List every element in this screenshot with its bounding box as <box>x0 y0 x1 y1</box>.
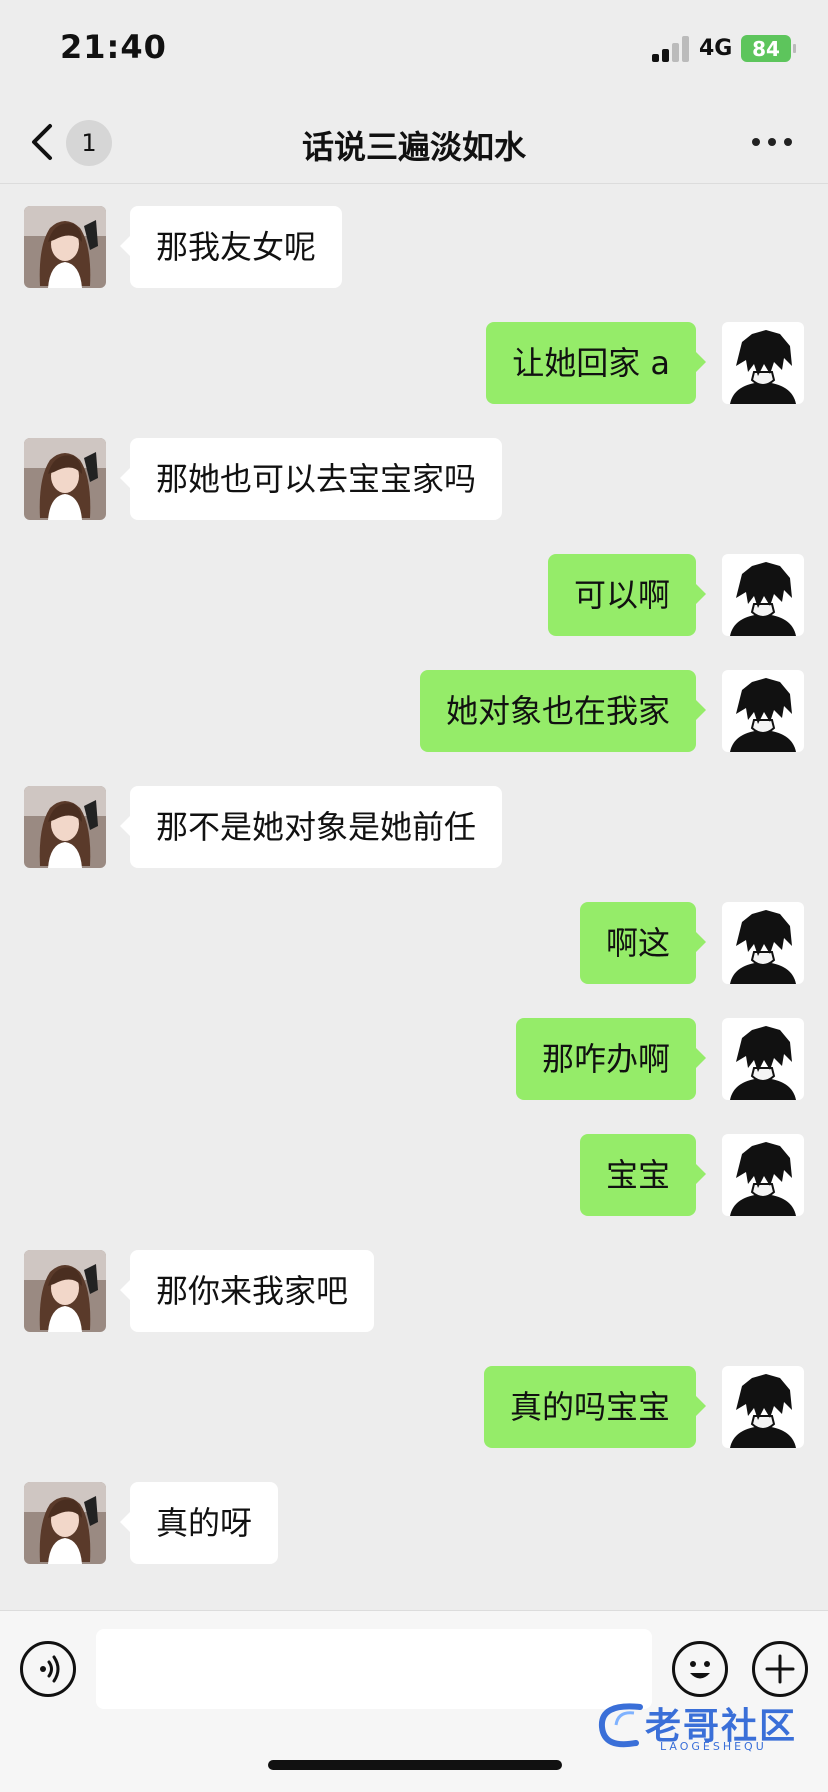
sent-message: 那咋办啊 <box>0 1018 828 1102</box>
chat-header: 1 话说三遍淡如水 <box>0 100 828 184</box>
message-bubble[interactable]: 那你来我家吧 <box>119 1250 375 1332</box>
status-bar: 21:40 4G 84 <box>0 0 828 100</box>
my-avatar[interactable] <box>722 902 804 984</box>
message-bubble[interactable]: 那我友女呢 <box>119 206 343 288</box>
home-indicator[interactable] <box>268 1760 562 1770</box>
my-avatar[interactable] <box>722 322 804 404</box>
sent-message: 她对象也在我家 <box>0 670 828 754</box>
message-bubble[interactable]: 那她也可以去宝宝家吗 <box>119 438 503 520</box>
watermark-subtext: LAOGESHEQU <box>660 1740 767 1753</box>
my-avatar[interactable] <box>722 1366 804 1448</box>
message-bubble[interactable]: 让她回家 a <box>486 322 706 404</box>
message-bubble[interactable]: 啊这 <box>579 902 707 984</box>
status-time: 21:40 <box>60 28 167 66</box>
battery-level: 84 <box>752 36 780 61</box>
smiley-icon <box>690 1661 710 1679</box>
battery-icon: 84 <box>741 35 796 62</box>
received-message: 那她也可以去宝宝家吗 <box>0 438 828 522</box>
plus-icon <box>765 1654 795 1684</box>
chat-title: 话说三遍淡如水 <box>301 128 526 166</box>
message-bubble[interactable]: 那不是她对象是她前任 <box>119 786 503 868</box>
contact-avatar[interactable] <box>24 1250 106 1332</box>
received-message: 那你来我家吧 <box>0 1250 828 1334</box>
watermark-logo: 老哥社区 LAOGESHEQU <box>590 1695 815 1755</box>
received-message: 那我友女呢 <box>0 206 828 290</box>
more-options-icon[interactable] <box>752 138 792 148</box>
message-input[interactable] <box>96 1629 652 1709</box>
more-functions-button[interactable] <box>752 1641 808 1697</box>
sent-message: 真的吗宝宝 <box>0 1366 828 1450</box>
dragon-logo-icon <box>598 1703 643 1748</box>
message-bubble[interactable]: 她对象也在我家 <box>419 670 707 752</box>
contact-avatar[interactable] <box>24 786 106 868</box>
message-bubble[interactable]: 可以啊 <box>547 554 707 636</box>
sent-message: 让她回家 a <box>0 322 828 406</box>
received-message: 那不是她对象是她前任 <box>0 786 828 870</box>
contact-avatar[interactable] <box>24 206 106 288</box>
my-avatar[interactable] <box>722 1134 804 1216</box>
my-avatar[interactable] <box>722 554 804 636</box>
sent-message: 宝宝 <box>0 1134 828 1218</box>
voice-button[interactable] <box>20 1641 76 1697</box>
sent-message: 啊这 <box>0 902 828 986</box>
signal-icon <box>652 36 694 62</box>
my-avatar[interactable] <box>722 670 804 752</box>
my-avatar[interactable] <box>722 1018 804 1100</box>
sent-message: 可以啊 <box>0 554 828 638</box>
message-bubble[interactable]: 真的吗宝宝 <box>483 1366 707 1448</box>
emoji-button[interactable] <box>672 1641 728 1697</box>
message-bubble[interactable]: 真的呀 <box>119 1482 279 1564</box>
message-bubble[interactable]: 那咋办啊 <box>515 1018 707 1100</box>
voice-icon <box>40 1655 60 1683</box>
message-bubble[interactable]: 宝宝 <box>579 1134 707 1216</box>
contact-avatar[interactable] <box>24 438 106 520</box>
contact-avatar[interactable] <box>24 1482 106 1564</box>
received-message: 真的呀 <box>0 1482 828 1566</box>
network-type: 4G <box>699 36 733 61</box>
